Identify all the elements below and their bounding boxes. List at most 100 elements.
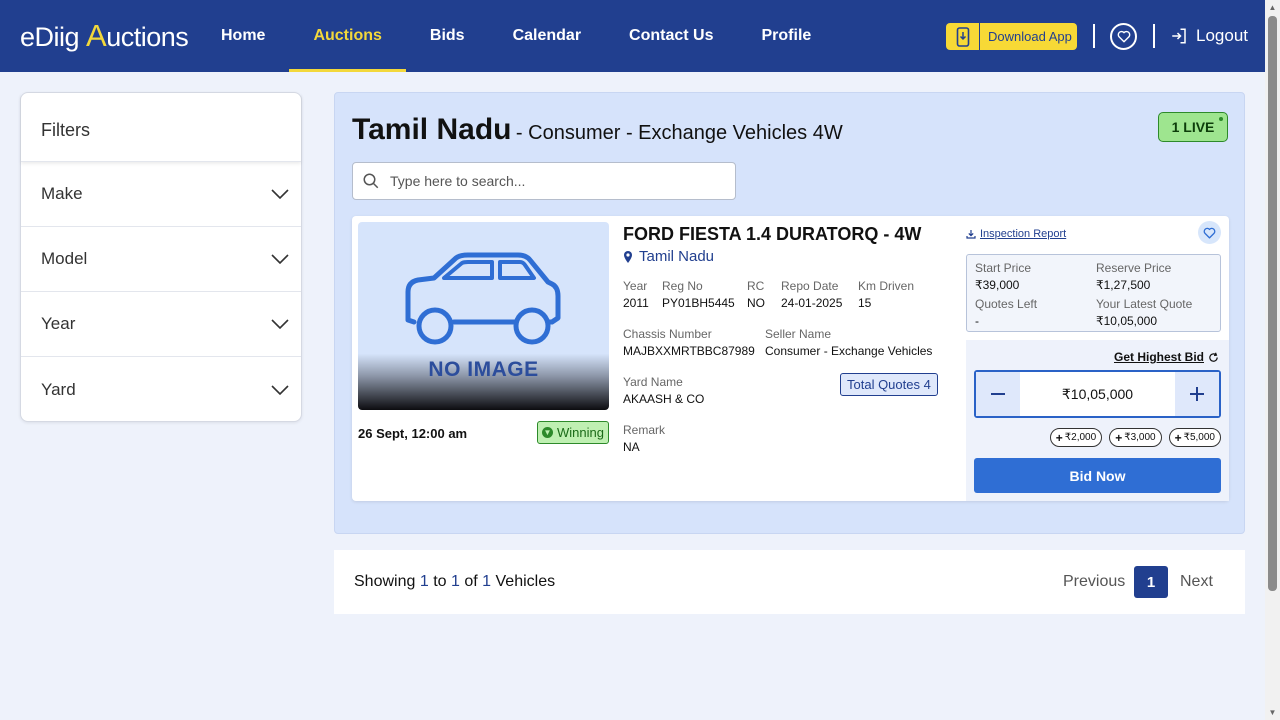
- nav-profile[interactable]: Profile: [738, 0, 836, 72]
- total-quotes-button[interactable]: Total Quotes 4: [840, 373, 938, 396]
- inspection-report-label: Inspection Report: [980, 228, 1067, 240]
- field-value: ₹1,27,500: [1096, 278, 1151, 292]
- minus-icon: [991, 393, 1005, 395]
- field-value: NO: [747, 296, 765, 310]
- get-highest-bid-link[interactable]: Get Highest Bid: [1114, 350, 1219, 364]
- scrollbar-thumb[interactable]: [1268, 16, 1277, 591]
- filter-label: Model: [41, 249, 88, 268]
- logo-accent-letter: A: [86, 18, 107, 53]
- logo-prefix: eDiig: [20, 22, 87, 52]
- refresh-icon: [1209, 352, 1218, 362]
- start-price: Start Price ₹39,000: [975, 261, 1031, 292]
- filter-make[interactable]: Make: [21, 162, 301, 227]
- filter-label: Yard: [41, 379, 76, 399]
- increment-label: ₹3,000: [1124, 432, 1156, 443]
- search-icon: [363, 173, 379, 189]
- field-value: ₹10,05,000: [1096, 314, 1158, 328]
- page-title-subtitle: - Consumer - Exchange Vehicles 4W: [515, 122, 843, 144]
- brand-logo[interactable]: eDiig Auctions: [20, 18, 189, 54]
- field-value: -: [975, 314, 979, 328]
- winning-status-badge: ▼ Winning: [537, 421, 609, 444]
- bid-increments: + ₹2,000 + ₹3,000 + ₹5,000: [1049, 428, 1221, 447]
- range-from: 1: [419, 573, 429, 590]
- decrease-bid-button[interactable]: [976, 372, 1020, 416]
- field-km-driven: Km Driven 15: [858, 279, 914, 310]
- field-value: Consumer - Exchange Vehicles: [765, 344, 933, 358]
- field-label: Quotes Left: [975, 297, 1038, 311]
- phone-download-icon: [946, 23, 980, 50]
- field-label: Yard Name: [623, 375, 683, 389]
- increment-3000-button[interactable]: + ₹3,000: [1109, 428, 1162, 447]
- chevron-down-icon: [271, 189, 289, 199]
- field-label: RC: [747, 279, 765, 293]
- heart-icon: [1203, 227, 1216, 239]
- vehicle-name: FORD FIESTA 1.4 DURATORQ - 4W: [623, 224, 922, 244]
- field-label: Repo Date: [781, 279, 839, 293]
- field-value: NA: [623, 440, 640, 454]
- favorite-button[interactable]: [1198, 221, 1221, 244]
- filter-model[interactable]: Model: [21, 227, 301, 292]
- chevron-down-icon: [271, 254, 289, 264]
- nav-calendar[interactable]: Calendar: [489, 0, 605, 72]
- bid-amount-value[interactable]: ₹10,05,000: [1020, 386, 1175, 403]
- page-1-button[interactable]: 1: [1134, 566, 1168, 598]
- location-label: Tamil Nadu: [639, 248, 715, 265]
- nav-home[interactable]: Home: [197, 0, 289, 72]
- field-value: AKAASH & CO: [623, 392, 705, 406]
- next-page-button[interactable]: Next: [1180, 573, 1213, 591]
- nav-contact-us[interactable]: Contact Us: [605, 0, 737, 72]
- field-label: Chassis Number: [623, 327, 712, 341]
- field-value: ₹39,000: [975, 278, 1020, 292]
- increment-2000-button[interactable]: + ₹2,000: [1049, 428, 1103, 447]
- logout-label: Logout: [1196, 26, 1248, 45]
- logout-button[interactable]: Logout: [1170, 26, 1248, 46]
- vehicle-image-placeholder[interactable]: NO IMAGE: [358, 222, 609, 410]
- trophy-icon: ▼: [542, 427, 554, 438]
- bid-section: Get Highest Bid ₹10,05,000 + ₹2,000 + ₹3,0…: [966, 340, 1229, 501]
- total-count: 1: [482, 573, 492, 590]
- field-label: Reserve Price: [1096, 261, 1172, 275]
- scroll-up-arrow-icon[interactable]: ▲: [1265, 0, 1280, 15]
- field-yard-name: Yard Name AKAASH & CO: [623, 375, 704, 406]
- field-year: Year 2011: [623, 279, 649, 310]
- bid-now-button[interactable]: Bid Now: [974, 458, 1221, 493]
- filter-label: Make: [41, 184, 83, 203]
- showing-word: Showing: [354, 573, 416, 590]
- field-chassis-number: Chassis Number MAJBXXMRTBBC87989: [623, 327, 755, 358]
- range-to: 1: [450, 573, 460, 590]
- plus-circle-icon: +: [1174, 430, 1182, 445]
- nav-bids[interactable]: Bids: [406, 0, 489, 72]
- vehicle-card: NO IMAGE 26 Sept, 12:00 am ▼ Winning FOR…: [352, 216, 1229, 501]
- field-reg-no: Reg No PY01BH5445: [662, 279, 735, 310]
- increment-5000-button[interactable]: + ₹5,000: [1168, 428, 1221, 447]
- inspection-report-link[interactable]: Inspection Report: [966, 228, 1066, 240]
- no-image-text: NO IMAGE: [428, 358, 539, 381]
- scroll-down-arrow-icon[interactable]: ▼: [1265, 705, 1280, 720]
- latest-quote: Your Latest Quote ₹10,05,000: [1096, 297, 1192, 328]
- field-label: Remark: [623, 423, 666, 437]
- download-app-button[interactable]: Download App: [946, 23, 1077, 50]
- field-label: Reg No: [662, 279, 703, 293]
- to-word: to: [433, 573, 447, 590]
- field-value: 2011: [623, 296, 649, 310]
- header-divider: [1093, 24, 1095, 48]
- field-rc: RC NO: [747, 279, 765, 310]
- main-nav: Home Auctions Bids Calendar Contact Us P…: [197, 0, 835, 72]
- field-label: Seller Name: [765, 327, 832, 341]
- field-label: Your Latest Quote: [1096, 297, 1193, 311]
- bid-amount-stepper: ₹10,05,000: [974, 370, 1221, 418]
- increase-bid-button[interactable]: [1175, 372, 1219, 416]
- vertical-scrollbar[interactable]: ▲ ▼: [1265, 0, 1280, 720]
- nav-auctions[interactable]: Auctions: [289, 0, 407, 72]
- filter-yard[interactable]: Yard: [21, 357, 301, 422]
- field-value: PY01BH5445: [662, 296, 735, 310]
- filters-title: Filters: [21, 93, 301, 162]
- vehicle-location: Tamil Nadu: [623, 248, 714, 265]
- filter-year[interactable]: Year: [21, 292, 301, 357]
- quotes-left: Quotes Left -: [975, 297, 1037, 328]
- previous-page-button[interactable]: Previous: [1063, 573, 1125, 591]
- search-input[interactable]: [390, 173, 735, 189]
- wishlist-button[interactable]: [1110, 23, 1137, 50]
- increment-label: ₹2,000: [1064, 432, 1097, 443]
- field-value: 24-01-2025: [781, 296, 843, 310]
